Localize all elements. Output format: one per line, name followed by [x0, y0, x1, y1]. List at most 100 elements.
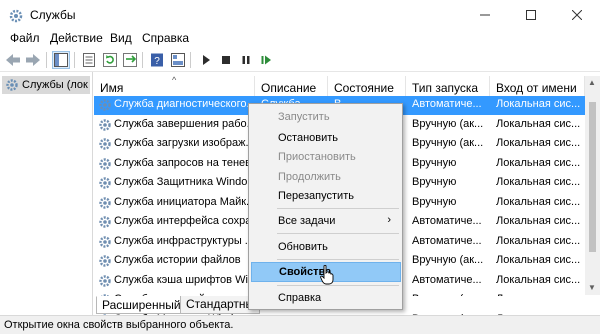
menu-item-pause[interactable]: Приостановить — [251, 147, 401, 167]
maximize-button[interactable] — [508, 0, 554, 30]
menu-item-help[interactable]: Справка — [251, 288, 401, 308]
close-icon — [572, 10, 582, 20]
console-tree-icon — [54, 53, 68, 67]
cell-log-on-as: Локальная сис... — [496, 156, 581, 169]
minimize-button[interactable] — [462, 0, 508, 30]
service-gear-icon — [99, 138, 111, 150]
column-header-label: Состояние — [334, 81, 394, 95]
menu-item-restart[interactable]: Перезапустить — [251, 186, 401, 206]
help-book-icon: ? — [151, 53, 163, 67]
cell-name: Служба Защитника Windo... — [114, 176, 255, 188]
service-gear-icon — [99, 118, 111, 131]
toolbar-separator — [74, 52, 75, 68]
scroll-down-icon[interactable]: ▼ — [588, 283, 596, 292]
menu-file[interactable]: Файл — [8, 31, 42, 45]
menu-item-label: Все задачи — [278, 215, 336, 227]
menu-item-resume[interactable]: Продолжить — [251, 167, 401, 187]
play-icon — [203, 55, 210, 65]
cell-startup-type: Вручную — [412, 156, 457, 169]
service-gear-icon — [99, 235, 111, 248]
service-gear-icon — [99, 196, 111, 209]
refresh-icon — [103, 53, 117, 67]
submenu-arrow-icon: › — [387, 214, 391, 226]
service-gear-icon — [99, 157, 111, 170]
cell-log-on-as: Локальная сис... — [496, 215, 581, 227]
status-bar: Открытие окна свойств выбранного объекта… — [0, 315, 600, 334]
menu-item-start[interactable]: Запустить — [251, 107, 401, 127]
close-button[interactable] — [554, 0, 600, 30]
back-button[interactable] — [4, 51, 22, 69]
menu-separator — [277, 259, 399, 260]
cell-name: Служба диагностического... — [114, 98, 255, 110]
help-toolbar-button[interactable]: ? — [148, 51, 166, 69]
restart-service-button[interactable] — [257, 51, 275, 69]
service-gear-icon — [99, 216, 111, 228]
tree-item-label: Службы (лок — [22, 79, 88, 91]
cell-name: Служба истории файлов — [114, 254, 241, 266]
export-list-icon — [123, 53, 137, 67]
cell-startup-type: Вручную (ак... — [412, 254, 484, 266]
menu-help[interactable]: Справка — [140, 31, 191, 45]
cell-startup-type: Вручную (ак... — [412, 137, 484, 149]
menu-view[interactable]: Вид — [108, 31, 134, 45]
sort-ascending-icon: ^ — [172, 75, 177, 85]
properties-toolbar-button[interactable] — [80, 51, 98, 69]
cell-name: Служба запросов на тенев... — [114, 156, 255, 169]
cell-log-on-as: Локальная сис... — [496, 176, 581, 188]
cell-name: Служба инициатора Майк... — [114, 195, 255, 208]
hand-cursor-icon — [320, 265, 334, 285]
start-service-button[interactable] — [197, 51, 215, 69]
services-gear-icon — [9, 9, 23, 23]
column-header-label: Описание — [261, 81, 317, 95]
action-pane-icon — [171, 53, 185, 67]
scrollbar-thumb[interactable] — [589, 102, 596, 252]
pause-service-button[interactable] — [237, 51, 255, 69]
cell-startup-type: Автоматиче... — [412, 215, 482, 227]
properties-icon — [83, 53, 95, 67]
column-header-label: Имя — [100, 81, 124, 95]
menu-action[interactable]: Действие — [48, 31, 105, 45]
cell-name: Служба инфраструктуры ... — [114, 234, 254, 247]
cell-name: Служба завершения рабо... — [114, 117, 255, 130]
export-list-button[interactable] — [121, 51, 139, 69]
stop-icon — [222, 56, 230, 64]
scroll-up-icon[interactable]: ▲ — [588, 78, 596, 87]
menu-item-stop[interactable]: Остановить — [251, 128, 401, 148]
vertical-scrollbar[interactable]: ▲ ▼ — [585, 76, 600, 295]
show-tree-button[interactable] — [52, 51, 70, 69]
show-action-pane-button[interactable] — [169, 51, 187, 69]
cell-name: Служба загрузки изображ... — [114, 137, 255, 149]
cell-log-on-as: Локальная сис... — [496, 234, 581, 247]
cell-name: Служба кэша шрифтов Wi... — [114, 273, 255, 286]
cell-name: Служба интерфейса сохра... — [114, 215, 255, 227]
title-bar: Службы — [0, 0, 600, 30]
cell-startup-type: Вручную — [412, 195, 457, 208]
maximize-icon — [526, 10, 536, 20]
services-gear-icon — [5, 78, 19, 92]
menu-separator — [277, 233, 399, 234]
refresh-toolbar-button[interactable] — [101, 51, 119, 69]
menu-item-refresh[interactable]: Обновить — [251, 237, 401, 257]
column-header-label: Вход от имени — [496, 81, 577, 95]
column-header-label: Тип запуска — [412, 81, 479, 95]
restart-icon — [261, 55, 271, 65]
forward-button[interactable] — [24, 51, 42, 69]
menu-bar: Файл Действие Вид Справка — [0, 30, 600, 48]
cell-log-on-as: Локальная сис... — [496, 254, 581, 266]
cell-log-on-as: Локальная сис... — [496, 117, 581, 130]
cell-log-on-as: Локальная сис... — [496, 195, 581, 208]
menu-separator — [277, 208, 399, 209]
cell-startup-type: Вручную (ак... — [412, 117, 484, 130]
stop-service-button[interactable] — [217, 51, 235, 69]
svg-text:?: ? — [154, 56, 160, 67]
menu-item-all-tasks[interactable]: Все задачи › — [251, 211, 401, 231]
back-arrow-icon — [6, 54, 20, 66]
service-gear-icon — [99, 177, 111, 189]
tab-extended[interactable]: Расширенный — [96, 296, 187, 314]
toolbar-separator — [46, 52, 47, 68]
service-gear-icon — [99, 255, 111, 267]
cell-log-on-as: Локальная сис... — [496, 98, 581, 110]
toolbar-separator — [190, 52, 191, 68]
tree-item-services-local[interactable]: Службы (лок — [2, 76, 90, 94]
console-tree: Службы (лок — [0, 72, 93, 315]
